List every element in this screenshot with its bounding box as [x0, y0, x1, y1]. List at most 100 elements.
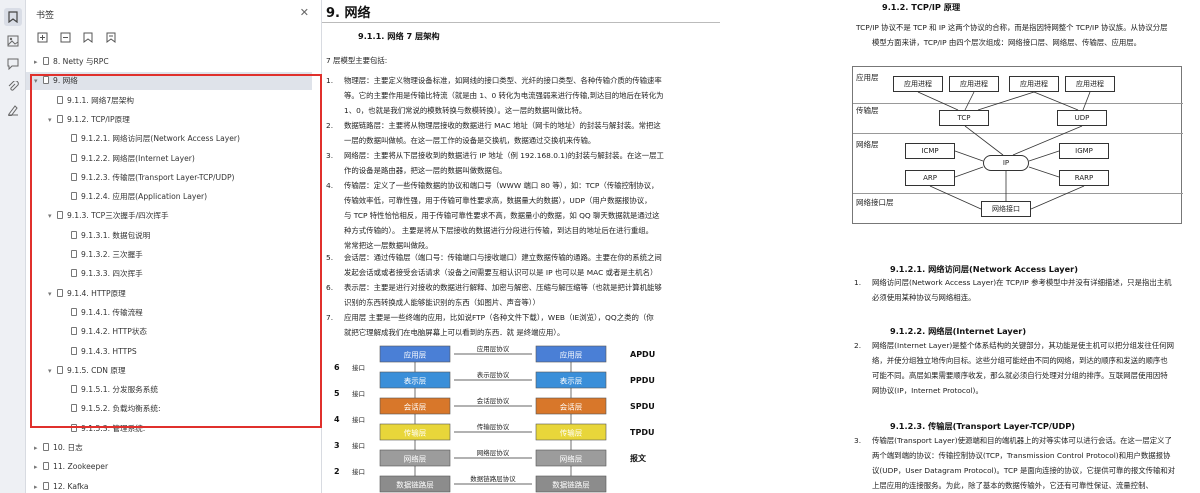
- osi-layer-number: 4: [334, 415, 340, 424]
- thumbnail-icon[interactable]: [4, 32, 22, 50]
- highlight-box: [30, 74, 322, 428]
- osi-layer-label: 会话层: [560, 402, 583, 412]
- page-icon: [43, 443, 49, 451]
- bookmark-item[interactable]: ▸ 11. Zookeeper: [26, 458, 312, 476]
- list-text-line: 表示层：主要是进行对接收的数据进行解释、加密与解密、压缩与解压缩等（也就是把计算…: [344, 283, 662, 292]
- section-heading-transport: 9.1.2.3. 传输层(Transport Layer-TCP/UDP): [890, 421, 1076, 431]
- list-text-line: 种方式传输的）。 主要是将从下层接收的数据进行分段进行传输，到达目的地址后在进行…: [344, 226, 654, 235]
- section-heading-tcpip: 9.1.2. TCP/IP 原理: [882, 2, 961, 12]
- osi-pdu-label: PPDU: [630, 376, 655, 385]
- osi-port-label: 接口: [352, 389, 365, 398]
- list-text-line: 一层的数据叫做帧。在这一层工作的设备是交换机，数据通过交换机来传输。: [344, 136, 596, 145]
- page-heading: 9. 网络: [326, 6, 371, 21]
- list-text-line: 必须使用某种协议与网络相连。: [872, 293, 976, 302]
- paragraph-line: 模型方面来讲，TCP/IP 由四个层次组成：网络接口层、网络层、传输层、应用层。: [872, 38, 1142, 47]
- list-text-line: 网络访问层(Network Access Layer)在 TCP/IP 参考模型…: [872, 278, 1172, 287]
- osi-layer-label: 应用层: [560, 350, 583, 360]
- osi-diagram: 应用层 应用层应用层协议APDU6 接口表示层 表示层表示层协议PPDU5 接口会话层会…: [334, 344, 655, 493]
- list-number: 7.: [326, 313, 334, 322]
- side-toolstrip: [0, 0, 26, 493]
- tcpip-diagram: 应用层 传输层 网络层 网络接口层 应用进程 应用进程 应用进程 应用进程 TC…: [852, 66, 1183, 224]
- list-text-line: 会话层：通过传输层（端口号：传输端口与接收端口）建立数据传输的通路。主要在你的系…: [344, 253, 662, 262]
- collapse-all-icon[interactable]: [59, 31, 71, 43]
- delete-bookmark-icon[interactable]: [105, 31, 117, 43]
- osi-port-label: 接口: [352, 467, 365, 476]
- osi-port-label: 接口: [352, 441, 365, 450]
- list-number: 3.: [854, 436, 862, 445]
- bookmark-label: 8. Netty 与RPC: [53, 57, 109, 66]
- bookmark-item[interactable]: ▸ 10. 日志: [26, 439, 312, 457]
- list-text-line: 议(UDP，User Datagram Protocol)。TCP 是面向连接的…: [872, 466, 1176, 475]
- osi-pdu-label: 报文: [630, 453, 647, 463]
- heading-rule: [322, 22, 720, 23]
- osi-layer-number: 6: [334, 363, 340, 372]
- expand-arrow-icon[interactable]: ▸: [34, 458, 43, 476]
- section-heading-internet: 9.1.2.2. 网络层(Internet Layer): [890, 326, 1027, 336]
- list-number: 1.: [854, 278, 862, 287]
- section-heading-network-access: 9.1.2.1. 网络访问层(Network Access Layer): [890, 264, 1078, 274]
- page-gap: [720, 0, 832, 493]
- signature-icon[interactable]: [4, 101, 22, 119]
- osi-protocol-label: 网络层协议: [477, 448, 510, 457]
- pdf-page-right: 9.1.2. TCP/IP 原理 TCP/IP 协议不是 TCP 和 IP 这两…: [832, 0, 1200, 493]
- osi-pdu-label: TPDU: [630, 428, 654, 437]
- page-icon: [43, 57, 49, 65]
- list-text-line: 等。它的主要作用是传输比特流（就是由 1、0 转化为电流强弱来进行传输,到达目的…: [344, 91, 664, 100]
- osi-protocol-label: 表示层协议: [477, 370, 510, 379]
- osi-layer-label: 应用层: [404, 350, 427, 360]
- list-text-line: 就把它理解成我们在电脑屏幕上可以看到的东西．就 是终端应用）。: [344, 328, 565, 337]
- osi-layer-label: 表示层: [560, 376, 583, 386]
- osi-layer-number: 2: [334, 467, 340, 476]
- bookmark-item[interactable]: ▸ 12. Kafka: [26, 478, 312, 493]
- list-text-line: 识别的东西转换成人能够能识别的东西（如图片、声音等））: [344, 298, 540, 307]
- osi-layer-label: 传输层: [560, 428, 583, 438]
- close-icon[interactable]: ✕: [300, 6, 309, 19]
- expand-all-icon[interactable]: [36, 31, 48, 43]
- list-number: 4.: [326, 181, 334, 190]
- osi-layer-number: 5: [334, 389, 340, 398]
- pdf-reader-window: 书签 ✕ ▸ 8. Netty 与RPC ▾ 9. 网络 9.1.1. 网络7层架构 ▾ 9…: [0, 0, 1200, 493]
- tcpip-connectors: [917, 91, 1091, 210]
- osi-layer-label: 数据链路层: [396, 480, 434, 490]
- list-text-line: 网协议(IP，Internet Protocol)。: [872, 386, 983, 395]
- list-text-line: 物理层：主要定义物理设备标准，如网线的接口类型、光纤的接口类型、各种传输介质的传…: [344, 76, 662, 85]
- list-text-line: 网络层：主要将从下层接收到的数据进行 IP 地址（例 192.168.0.1)的…: [344, 151, 664, 160]
- page-icon: [43, 481, 49, 490]
- comment-icon[interactable]: [4, 55, 22, 73]
- list-number: 2.: [326, 121, 334, 130]
- attachment-icon[interactable]: [4, 78, 22, 96]
- intro-text: 7 层模型主要包括:: [326, 56, 388, 65]
- osi-protocol-label: 传输层协议: [477, 422, 510, 431]
- add-bookmark-icon[interactable]: [82, 31, 94, 43]
- list-number: 5.: [326, 253, 334, 262]
- bookmark-toolbar: [36, 31, 117, 45]
- list-text-line: 1、0，也就是我们常说的模数转换与数模转换）。这一层的数据叫做比特。: [344, 106, 587, 115]
- osi-protocol-label: 数据链路层协议: [470, 474, 516, 483]
- list-number: 1.: [326, 76, 334, 85]
- osi-layer-label: 网络层: [560, 454, 583, 464]
- list-text-line: 两个端到端的协议：传输控制协议(TCP，Transmission Control…: [872, 451, 1171, 460]
- bookmark-icon[interactable]: [4, 8, 22, 26]
- expand-arrow-icon[interactable]: ▸: [34, 478, 43, 493]
- osi-pdu-label: APDU: [630, 350, 655, 359]
- list-text-line: 络，并使分组独立地传向目标。这些分组可能经由不同的网络，到达的顺序和发送的顺序也: [872, 356, 1168, 365]
- list-text-line: 数据链路层：主要将从物理层接收的数据进行 MAC 地址（网卡的地址）的封装与解封…: [344, 121, 661, 130]
- list-text-line: 发起会话或或者接受会话请求（设备之间需要互相认识可以是 IP 也可以是 MAC …: [344, 268, 658, 277]
- bookmark-label: 10. 日志: [53, 443, 83, 452]
- list-text-line: 传输效率低，可靠性强，用于传输可靠性要求高，数据量大的数据），UDP（用户数据报…: [344, 196, 652, 205]
- osi-layer-label: 表示层: [404, 376, 427, 386]
- list-text-line: 传输层：定义了一些传输数据的协议和端口号（WWW 端口 80 等），如：TCP（…: [344, 181, 659, 190]
- list-number: 3.: [326, 151, 334, 160]
- list-text-line: 与 TCP 特性恰恰相反，用于传输可靠性要求不高，数据量小的数据，如 QQ 聊天…: [344, 211, 660, 220]
- pdf-page-left: 9. 网络 9.1.1. 网络 7 层架构 7 层模型主要包括: 1. 物理层：主…: [322, 0, 720, 493]
- expand-arrow-icon[interactable]: ▸: [34, 439, 43, 457]
- osi-layer-number: 3: [334, 441, 340, 450]
- bookmark-item[interactable]: ▸ 8. Netty 与RPC: [26, 53, 312, 71]
- osi-layer-label: 会话层: [404, 402, 427, 412]
- bookmark-panel-title: 书签: [36, 11, 55, 21]
- list-text-line: 作的设备是路由器，把这一层的数据叫做数据包。: [344, 166, 507, 175]
- osi-port-label: 接口: [352, 363, 365, 372]
- expand-arrow-icon[interactable]: ▸: [34, 53, 43, 71]
- document-view: 9. 网络 9.1.1. 网络 7 层架构 7 层模型主要包括: 1. 物理层：主…: [322, 0, 1200, 493]
- osi-pdu-label: SPDU: [630, 402, 655, 411]
